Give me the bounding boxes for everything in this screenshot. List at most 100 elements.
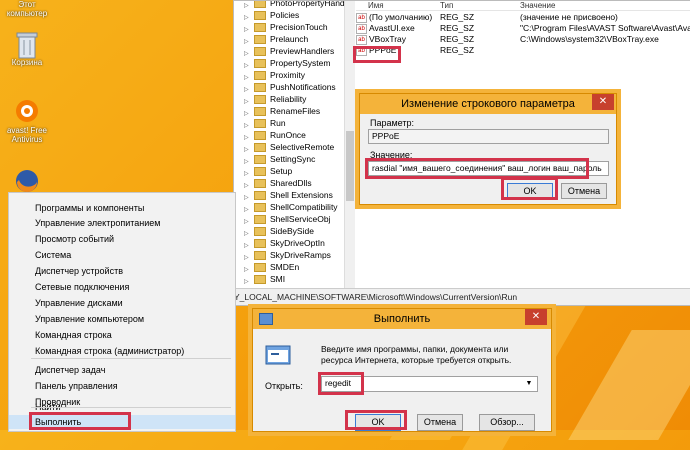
tree-item[interactable]: ▷ SharedDlls [244,177,312,189]
expand-arrow-icon[interactable]: ▷ [244,216,249,228]
expand-arrow-icon[interactable]: ▷ [244,276,249,288]
menu-item[interactable]: Программы и компоненты [9,201,235,215]
expand-arrow-icon[interactable]: ▷ [244,12,249,24]
expand-arrow-icon[interactable]: ▷ [244,156,249,168]
registry-tree[interactable]: ▷ PhotoPropertyHandler ▷ Policies ▷ Precision… [234,1,344,288]
menu-item[interactable]: Просмотр событий [9,232,235,246]
tree-item[interactable]: ▷ SMI [244,273,286,285]
run-input[interactable]: regedit [321,376,538,392]
tree-item[interactable]: ▷ Proximity [244,69,305,81]
expand-arrow-icon[interactable]: ▷ [244,36,249,48]
run-app-icon [265,345,291,367]
tree-item[interactable]: ▷ PhotoPropertyHandler [244,1,344,9]
tree-item[interactable]: ▷ PrecisionTouch [244,21,328,33]
value-row[interactable]: ab VBoxTray REG_SZ C:\Windows\system32\VBox… [356,34,690,45]
tree-item[interactable]: ▷ Run [244,117,286,129]
value-input[interactable]: rasdial "имя_вашего_соединения" ваш_логи… [368,161,609,176]
run-ok-button[interactable]: OK [355,414,401,431]
tree-item[interactable]: ▷ SkyDriveOptIn [244,237,325,249]
run-close-button[interactable]: ✕ [525,309,547,325]
expand-arrow-icon[interactable]: ▷ [244,144,249,156]
column-data[interactable]: Значение [520,1,555,10]
close-icon: ✕ [531,311,541,322]
tree-item[interactable]: ▷ PropertySystem [244,57,330,69]
expand-arrow-icon[interactable]: ▷ [244,240,249,252]
menu-item[interactable]: Выполнить [9,415,235,429]
expand-arrow-icon[interactable]: ▷ [244,84,249,96]
value-row[interactable]: ab (По умолчанию) REG_SZ (значение не присв… [356,12,690,23]
expand-arrow-icon[interactable]: ▷ [244,96,249,108]
cancel-button[interactable]: Отмена [561,183,607,199]
tree-item[interactable]: ▷ SMDEn [244,261,299,273]
tree-item[interactable]: ▷ RenameFiles [244,105,320,117]
tree-item[interactable]: ▷ PreviewHandlers [244,45,334,57]
expand-arrow-icon[interactable]: ▷ [244,180,249,192]
tree-scrollbar[interactable] [344,1,355,288]
menu-item[interactable]: Диспетчер задач [9,363,235,377]
menu-item[interactable]: Командная строка [9,328,235,342]
close-icon: ✕ [598,96,608,107]
run-title-text: Выполнить [373,313,431,325]
menu-item[interactable]: Сетевые подключения [9,280,235,294]
expand-arrow-icon[interactable]: ▷ [244,60,249,72]
folder-icon [254,167,266,177]
param-label: Параметр: [370,118,415,128]
tree-item[interactable]: ▷ SkyDriveRamps [244,249,331,261]
expand-arrow-icon[interactable]: ▷ [244,72,249,84]
folder-icon [254,83,266,93]
expand-arrow-icon[interactable]: ▷ [244,168,249,180]
expand-arrow-icon[interactable]: ▷ [244,264,249,276]
tree-item-label: ShellServiceObj [270,214,331,224]
close-button[interactable]: ✕ [592,94,614,110]
dialog-title: Изменение строкового параметра [360,94,616,114]
menu-item[interactable]: Панель управления [9,379,235,393]
value-row[interactable]: ab PPPoE REG_SZ [356,45,690,56]
tree-item[interactable]: ▷ SideBySide [244,225,314,237]
menu-item[interactable]: Управление компьютером [9,312,235,326]
column-name[interactable]: Имя [368,1,384,10]
desktop-icon-avast[interactable]: avast! Free Antivirus [2,98,52,144]
expand-arrow-icon[interactable]: ▷ [244,192,249,204]
tree-item[interactable]: ▷ ShellCompatibility [244,201,338,213]
tree-item[interactable]: ▷ SelectiveRemote [244,141,334,153]
value-row[interactable]: ab AvastUI.exe REG_SZ "C:\Program Files\AVA… [356,23,690,34]
desktop-icon-recycle-bin[interactable]: Корзина [2,30,52,67]
expand-arrow-icon[interactable]: ▷ [244,132,249,144]
expand-arrow-icon[interactable]: ▷ [244,228,249,240]
tree-item[interactable]: ▷ Prelaunch [244,33,308,45]
expand-arrow-icon[interactable]: ▷ [244,24,249,36]
value-data: "C:\Program Files\AVAST Software\Avast\A… [520,23,690,33]
tree-item[interactable]: ▷ ShellServiceObj [244,213,331,225]
menu-item[interactable]: Система [9,248,235,262]
menu-separator [31,407,231,408]
menu-item[interactable]: Диспетчер устройств [9,264,235,278]
browse-button[interactable]: Обзор... [479,414,535,431]
folder-icon [254,239,266,249]
values-header: Имя Тип Значение [356,1,690,11]
tree-item-label: Proximity [270,70,305,80]
tree-item[interactable]: ▷ Policies [244,9,299,21]
tree-item[interactable]: ▷ PushNotifications [244,81,336,93]
menu-item[interactable]: Командная строка (администратор) [9,344,235,358]
dropdown-arrow-icon[interactable]: ▼ [524,377,534,391]
tree-item[interactable]: ▷ Setup [244,165,292,177]
tree-item-label: SMI [270,274,286,284]
string-value-icon: ab [356,23,367,34]
menu-item[interactable]: Управление электропитанием [9,216,235,230]
desktop-icon-computer[interactable]: Этот компьютер [2,0,52,18]
tree-item[interactable]: ▷ SettingSync [244,153,315,165]
expand-arrow-icon[interactable]: ▷ [244,252,249,264]
tree-item[interactable]: ▷ Shell Extensions [244,189,333,201]
tree-item[interactable]: ▷ Reliability [244,93,306,105]
expand-arrow-icon[interactable]: ▷ [244,48,249,60]
expand-arrow-icon[interactable]: ▷ [244,1,249,12]
column-type[interactable]: Тип [440,1,453,10]
ok-button[interactable]: OK [507,183,553,199]
run-dialog: Выполнить ✕ Введите имя программы, папки… [252,308,552,432]
menu-item[interactable]: Управление дисками [9,296,235,310]
tree-item[interactable]: ▷ RunOnce [244,129,306,141]
expand-arrow-icon[interactable]: ▷ [244,108,249,120]
expand-arrow-icon[interactable]: ▷ [244,120,249,132]
run-cancel-button[interactable]: Отмена [417,414,463,431]
expand-arrow-icon[interactable]: ▷ [244,204,249,216]
